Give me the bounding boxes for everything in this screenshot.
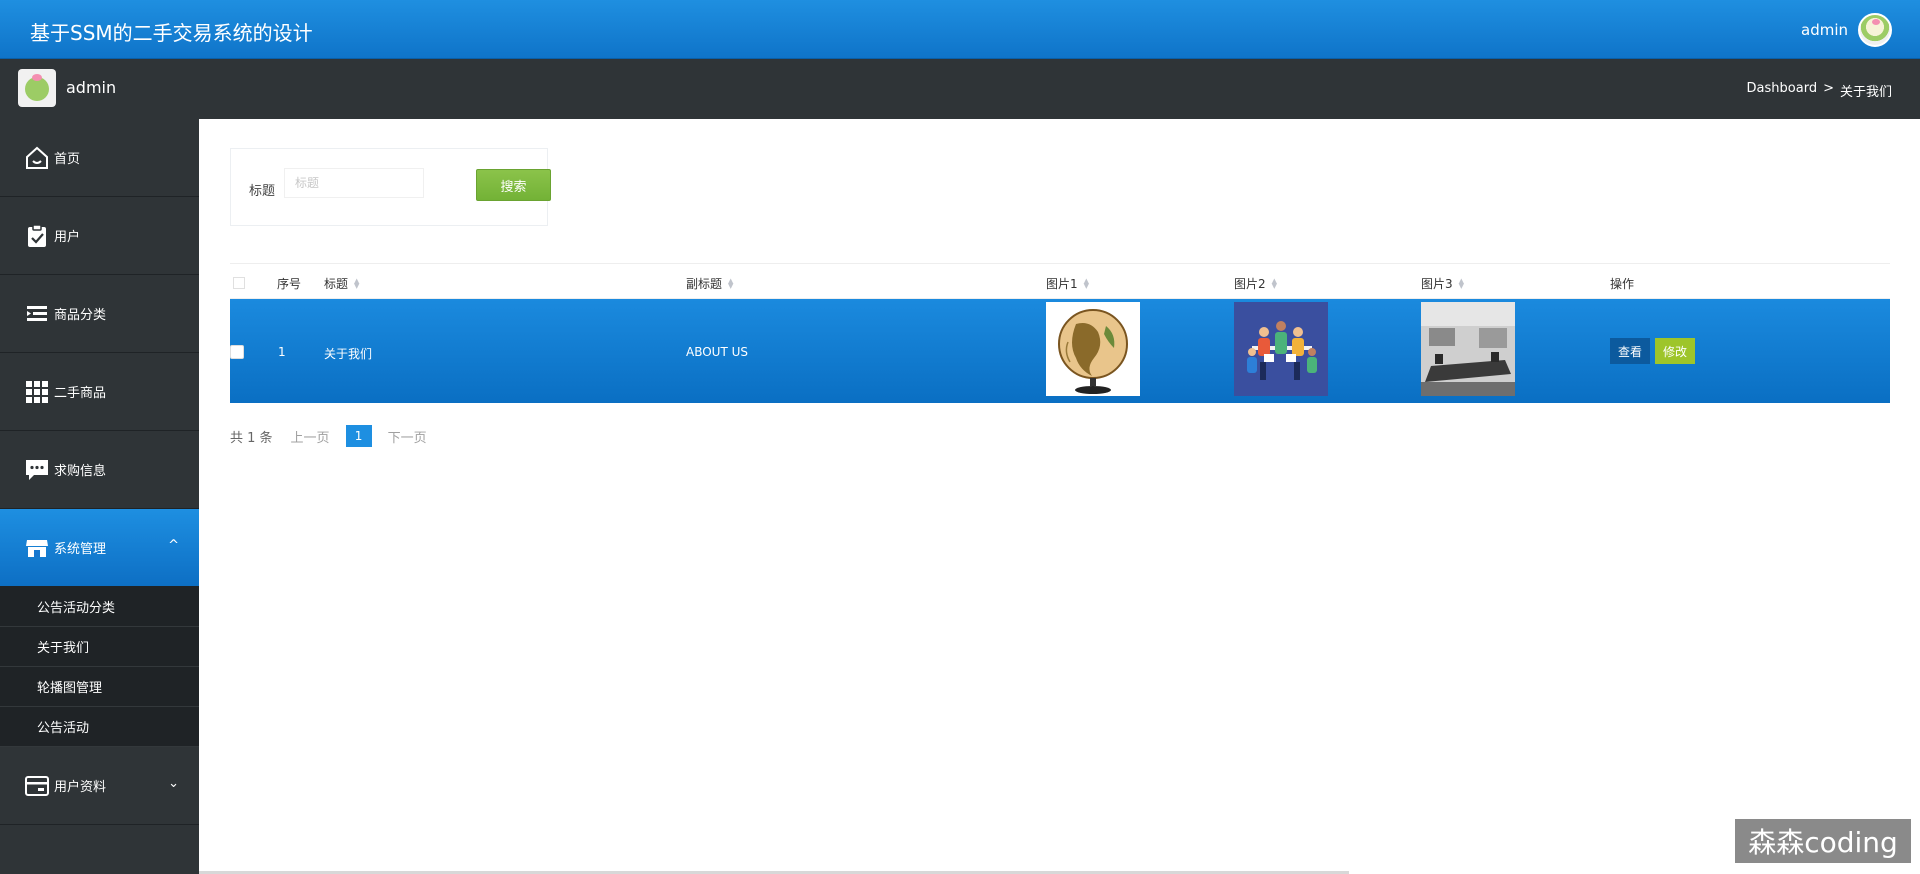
- sidebar-subitem-carousel[interactable]: 轮播图管理: [0, 667, 199, 707]
- search-button[interactable]: 搜索: [476, 169, 551, 201]
- data-table: 序号 标题 ▲ ▼ 副标题 ▲ ▼ 图片1 ▲ ▼ 图片2 ▲ ▼ 图片3 ▲ ▼ 操作 1 关于我…: [230, 263, 1890, 403]
- column-header-actions: 操作: [1610, 277, 1635, 291]
- breadcrumb: Dashboard > 关于我们: [1747, 81, 1892, 100]
- grid-icon: [22, 377, 52, 407]
- watermark: 森森coding: [1735, 819, 1911, 863]
- column-header-image2[interactable]: 图片2 ▲ ▼: [1234, 275, 1277, 292]
- breadcrumb-dashboard[interactable]: Dashboard: [1747, 81, 1818, 100]
- pagination: 共 1 条 上一页 1 下一页: [230, 425, 427, 447]
- search-label: 标题: [249, 184, 276, 199]
- sort-icon[interactable]: ▲ ▼: [354, 277, 359, 289]
- admin-logo: [18, 69, 56, 107]
- sidebar-item-label: 用户: [54, 230, 81, 245]
- meeting-room-image[interactable]: [1421, 302, 1515, 396]
- sidebar-item-categories[interactable]: 商品分类: [0, 275, 199, 353]
- card-icon: [22, 771, 52, 801]
- chevron-up-icon: ^: [168, 538, 179, 553]
- user-menu[interactable]: admin: [1801, 13, 1892, 47]
- store-icon: [22, 533, 52, 563]
- search-input[interactable]: [284, 168, 424, 198]
- user-name[interactable]: admin: [1801, 21, 1848, 39]
- table-row[interactable]: 1 关于我们 ABOUT US 查看 修改: [230, 299, 1890, 403]
- sidebar-item-requests[interactable]: 求购信息: [0, 431, 199, 509]
- sort-icon[interactable]: ▲ ▼: [728, 277, 733, 289]
- sidebar-item-label: 二手商品: [54, 386, 107, 401]
- table-header: 序号 标题 ▲ ▼ 副标题 ▲ ▼ 图片1 ▲ ▼ 图片2 ▲ ▼ 图片3 ▲ ▼ 操作: [230, 263, 1890, 299]
- globe-image[interactable]: [1046, 302, 1140, 396]
- view-button[interactable]: 查看: [1610, 338, 1650, 364]
- sidebar-item-label: 首页: [54, 152, 81, 167]
- prev-page-button[interactable]: 上一页: [291, 427, 330, 446]
- team-image[interactable]: [1234, 302, 1328, 396]
- sidebar-item-label: 商品分类: [54, 308, 107, 323]
- sidebar-item-users[interactable]: 用户: [0, 197, 199, 275]
- admin-name: admin: [66, 78, 117, 97]
- avatar[interactable]: [1858, 13, 1892, 47]
- next-page-button[interactable]: 下一页: [388, 427, 427, 446]
- sub-header: admin Dashboard > 关于我们: [0, 59, 1920, 119]
- row-checkbox[interactable]: [230, 345, 244, 359]
- sidebar-subitem-about-us[interactable]: 关于我们: [0, 627, 199, 667]
- sidebar-item-label: 用户资料: [54, 780, 107, 795]
- sidebar-item-home[interactable]: 首页: [0, 119, 199, 197]
- home-icon: [22, 143, 52, 173]
- cell-title: 关于我们: [324, 347, 373, 361]
- column-header-subtitle[interactable]: 副标题 ▲ ▼: [686, 275, 733, 292]
- edit-button[interactable]: 修改: [1655, 338, 1695, 364]
- column-header-index: 序号: [277, 277, 302, 291]
- search-panel: 标题 搜索: [230, 148, 551, 226]
- column-header-title[interactable]: 标题 ▲ ▼: [324, 275, 359, 292]
- sidebar-item-user-profile[interactable]: 用户资料 ⌄: [0, 747, 199, 825]
- breadcrumb-separator: >: [1823, 81, 1834, 96]
- sort-icon[interactable]: ▲ ▼: [1459, 277, 1464, 289]
- select-all-checkbox[interactable]: [233, 277, 245, 289]
- sort-icon[interactable]: ▲ ▼: [1272, 277, 1277, 289]
- clipboard-icon: [22, 221, 52, 251]
- column-header-image3[interactable]: 图片3 ▲ ▼: [1421, 275, 1464, 292]
- sidebar-item-system[interactable]: 系统管理 ^: [0, 509, 199, 587]
- page-number-button[interactable]: 1: [345, 425, 372, 447]
- chat-icon: [22, 455, 52, 485]
- cell-index: 1: [278, 345, 286, 359]
- sidebar: 首页 用户 商品分类 二手商品 求购信息 系统管理 ^ 公告活动分类 关于我们 …: [0, 119, 199, 874]
- breadcrumb-current: 关于我们: [1839, 85, 1892, 100]
- sidebar-item-label: 系统管理: [54, 542, 107, 557]
- sort-icon[interactable]: ▲ ▼: [1084, 277, 1089, 289]
- main-content: 标题 搜索 序号 标题▲▼ 副标题▲▼ 图片1▲▼ 图片2▲▼ 图片3▲▼ 操作…: [199, 119, 1920, 874]
- total-count: 共 1 条: [230, 430, 273, 446]
- sidebar-item-goods[interactable]: 二手商品: [0, 353, 199, 431]
- column-header-image1[interactable]: 图片1 ▲ ▼: [1046, 275, 1089, 292]
- chevron-down-icon: ⌄: [168, 776, 179, 791]
- sidebar-item-label: 求购信息: [54, 464, 107, 479]
- cell-subtitle: ABOUT US: [686, 345, 749, 359]
- top-header: 基于SSM的二手交易系统的设计 admin: [0, 0, 1920, 59]
- sidebar-subitem-notice[interactable]: 公告活动: [0, 707, 199, 747]
- app-title: 基于SSM的二手交易系统的设计: [30, 21, 313, 45]
- list-icon: [22, 299, 52, 329]
- sidebar-subitem-notice-category[interactable]: 公告活动分类: [0, 587, 199, 627]
